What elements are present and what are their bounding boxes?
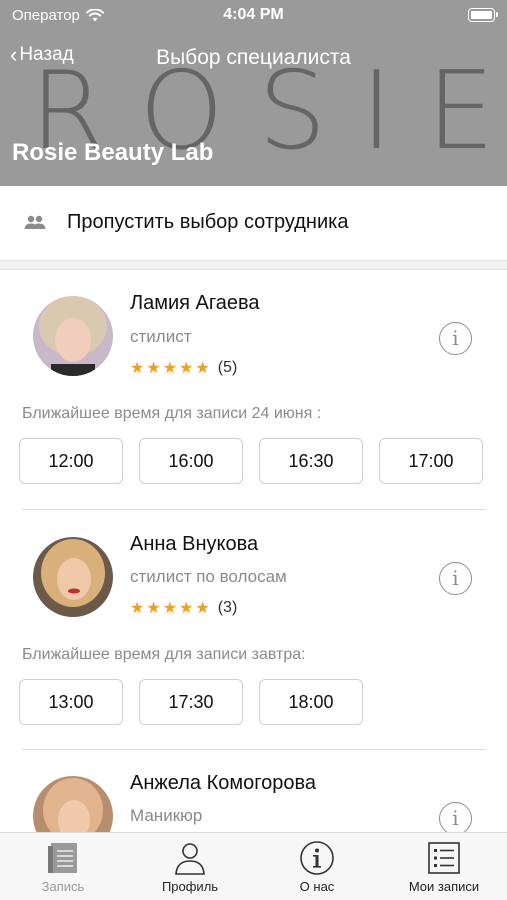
specialist-name: Анна Внукова: [130, 533, 259, 555]
skip-label: Пропустить выбор сотрудника: [67, 211, 349, 233]
stars-icon: ★★★★★: [130, 600, 212, 617]
tab-label: Профиль: [161, 879, 219, 894]
skip-specialist-button[interactable]: Пропустить выбор сотрудника: [0, 186, 507, 260]
tab-about[interactable]: О нас: [254, 833, 380, 900]
divider: [22, 749, 486, 750]
tab-bar: Запись Профиль О нас Мои записи: [0, 832, 507, 900]
time-slot-button[interactable]: 16:00: [139, 438, 243, 484]
status-time: 4:04 PM: [223, 6, 284, 23]
profile-person-icon: [175, 843, 205, 875]
specialist-name: Ламия Агаева: [130, 292, 260, 314]
info-button[interactable]: i: [439, 802, 472, 835]
tab-booking[interactable]: Запись: [0, 833, 126, 900]
time-slot-button[interactable]: 18:00: [259, 679, 363, 725]
specialist-role: стилист: [130, 327, 192, 346]
tab-label: Запись: [41, 879, 85, 894]
avatar: [33, 296, 113, 376]
tab-label: Мои записи: [408, 879, 480, 894]
time-slot-button[interactable]: 13:00: [19, 679, 123, 725]
status-bar: Оператор 4:04 PM: [0, 0, 507, 30]
specialist-role: стилист по волосам: [130, 567, 287, 586]
info-button[interactable]: i: [439, 322, 472, 355]
header: ROSIE Оператор 4:04 PM ‹ Назад Выбор спе…: [0, 0, 507, 186]
info-circle-icon: [300, 841, 334, 875]
list-icon: [428, 842, 460, 874]
nearest-time-label: Ближайшее время для записи завтра:: [22, 646, 306, 663]
time-slot-button[interactable]: 17:30: [139, 679, 243, 725]
nearest-time-label: Ближайшее время для записи 24 июня :: [22, 405, 322, 422]
divider: [22, 509, 486, 510]
rating-stars: ★★★★★ (3): [130, 598, 237, 618]
page-title: Выбор специалиста: [156, 46, 351, 69]
tab-label: О нас: [299, 879, 335, 894]
time-slot-button[interactable]: 12:00: [19, 438, 123, 484]
tab-profile[interactable]: Профиль: [127, 833, 253, 900]
specialist-name: Анжела Комогорова: [130, 772, 316, 794]
time-slot-button[interactable]: 17:00: [379, 438, 483, 484]
specialist-role: Маникюр: [130, 806, 203, 825]
info-button[interactable]: i: [439, 562, 472, 595]
rating-stars: ★★★★★ (5): [130, 358, 237, 378]
booking-book-icon: [48, 843, 77, 873]
group-people-icon: [24, 215, 46, 229]
time-slot-button[interactable]: 16:30: [259, 438, 363, 484]
tab-my-bookings[interactable]: Мои записи: [381, 833, 507, 900]
avatar: [33, 537, 113, 617]
stars-icon: ★★★★★: [130, 360, 212, 377]
review-count: (5): [217, 359, 238, 376]
salon-name: Rosie Beauty Lab: [12, 139, 214, 166]
review-count: (3): [217, 599, 238, 616]
battery-icon: [468, 8, 498, 22]
section-separator: [0, 260, 507, 270]
